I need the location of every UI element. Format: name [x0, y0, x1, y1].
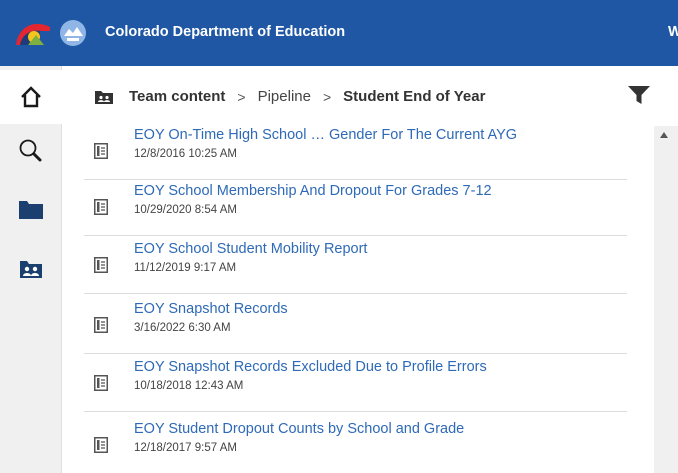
report-date: 11/12/2019 9:17 AM: [134, 262, 237, 274]
topbar-overflow-text: W: [668, 24, 678, 40]
report-title[interactable]: EOY Snapshot Records Excluded Due to Pro…: [134, 359, 487, 375]
list-item[interactable]: EOY Snapshot Records Excluded Due to Pro…: [84, 356, 627, 412]
filter-icon[interactable]: [628, 86, 650, 104]
nav-home[interactable]: [0, 70, 62, 124]
report-date: 12/8/2016 10:25 AM: [134, 148, 237, 160]
top-bar: Colorado Department of Education W: [0, 0, 678, 66]
report-icon: [94, 143, 108, 159]
search-icon: [19, 139, 42, 162]
breadcrumb-pipeline[interactable]: Pipeline: [258, 88, 311, 105]
report-icon: [94, 437, 108, 453]
report-date: 3/16/2022 6:30 AM: [134, 322, 231, 334]
nav-team-content[interactable]: [0, 242, 62, 296]
nav-my-content[interactable]: [0, 182, 62, 236]
cde-seal-icon: [60, 20, 86, 46]
report-title[interactable]: EOY Student Dropout Counts by School and…: [134, 421, 464, 437]
nav-search[interactable]: [0, 124, 62, 178]
list-item[interactable]: EOY On-Time High School … Gender For The…: [84, 126, 627, 180]
report-date: 10/18/2018 12:43 AM: [134, 380, 244, 392]
list-item[interactable]: EOY Student Dropout Counts by School and…: [84, 418, 627, 473]
report-list: EOY On-Time High School … Gender For The…: [62, 126, 654, 473]
list-item[interactable]: EOY School Membership And Dropout For Gr…: [84, 180, 627, 236]
report-icon: [94, 257, 108, 273]
vertical-scrollbar[interactable]: [654, 126, 678, 473]
brand-title: Colorado Department of Education: [105, 24, 346, 40]
report-date: 10/29/2020 8:54 AM: [134, 204, 237, 216]
scroll-up-arrow-icon[interactable]: [660, 132, 668, 138]
home-icon: [21, 86, 41, 108]
list-item[interactable]: EOY Snapshot Records 3/16/2022 6:30 AM: [84, 298, 627, 354]
side-navigation: [0, 66, 62, 473]
team-folder-icon: [20, 261, 42, 278]
breadcrumb-team-content[interactable]: Team content: [129, 88, 225, 105]
report-title[interactable]: EOY School Student Mobility Report: [134, 241, 367, 257]
breadcrumb-separator: >: [237, 88, 246, 105]
report-icon: [94, 199, 108, 215]
folder-icon: [19, 201, 43, 219]
colorado-logo-icon[interactable]: [14, 17, 52, 47]
list-item[interactable]: EOY School Student Mobility Report 11/12…: [84, 238, 627, 294]
report-title[interactable]: EOY On-Time High School … Gender For The…: [134, 127, 517, 143]
breadcrumb: Team content > Pipeline > Student End of…: [95, 88, 485, 105]
breadcrumb-current-folder: Student End of Year: [343, 88, 486, 105]
report-title[interactable]: EOY School Membership And Dropout For Gr…: [134, 183, 492, 199]
content-header: Team content > Pipeline > Student End of…: [62, 66, 678, 126]
report-title[interactable]: EOY Snapshot Records: [134, 301, 288, 317]
report-icon: [94, 317, 108, 333]
breadcrumb-separator: >: [322, 88, 332, 105]
team-folder-icon: [95, 90, 113, 104]
report-icon: [94, 375, 108, 391]
report-date: 12/18/2017 9:57 AM: [134, 442, 237, 454]
